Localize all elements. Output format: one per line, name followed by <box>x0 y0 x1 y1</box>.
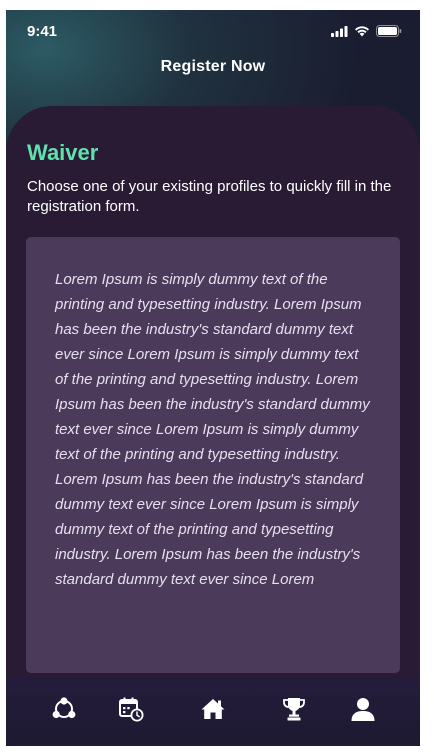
trophy-icon <box>281 696 307 722</box>
tab-schedule[interactable] <box>117 695 145 723</box>
tab-home[interactable] <box>199 695 227 723</box>
waiver-body-text: Lorem Ipsum is simply dummy text of the … <box>55 271 370 588</box>
home-icon <box>200 697 226 721</box>
waiver-text-box[interactable]: Lorem Ipsum is simply dummy text of the … <box>26 237 400 673</box>
cellular-signal-icon <box>331 22 348 41</box>
calendar-clock-icon <box>118 696 144 722</box>
profile-icon <box>350 696 376 722</box>
bottom-tab-bar <box>6 677 420 746</box>
tab-community[interactable] <box>50 695 78 723</box>
page-title: Register Now <box>160 58 266 75</box>
battery-icon <box>376 22 402 41</box>
phone-screen: 9:41 Register Now Waiver Choose one of y… <box>6 10 420 746</box>
waiver-title: Waiver <box>27 140 99 165</box>
status-time: 9:41 <box>27 23 58 40</box>
tab-profile[interactable] <box>349 695 377 723</box>
status-bar: 9:41 <box>6 10 420 54</box>
community-icon <box>51 697 77 721</box>
tab-leaderboard[interactable] <box>280 695 308 723</box>
waiver-subtitle: Choose one of your existing profiles to … <box>27 178 392 215</box>
wifi-icon <box>354 22 370 41</box>
status-icons <box>331 24 402 38</box>
